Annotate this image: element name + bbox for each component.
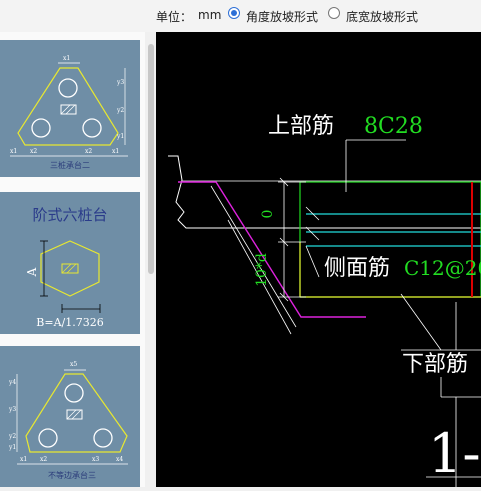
thumb-stepped-six-pile-cap[interactable]: 阶式六桩台 A B=A/1.7326 [0, 192, 140, 334]
rebar-section-drawing: 上部筋 8C28 侧面筋 C12@20 下部筋 0 10*d 1- [168, 114, 481, 487]
shape-list-scrollbar[interactable] [146, 32, 156, 487]
unit-toolbar: 单位： mm 角度放坡形式 底宽放坡形式 [0, 0, 481, 32]
scrollbar-thumb[interactable] [148, 44, 154, 274]
unit-value: mm [198, 8, 222, 22]
thumb-unequal-cap-3[interactable]: x5 y4 y3 y2 y1 x1 x2 x3 x4 不等边承台三 [0, 346, 140, 487]
shape-list: x1 y3 y2 y1 x1 x2 x2 x1 三桩承台二 阶式六桩台 A B=… [0, 32, 145, 487]
dim-zero-label: 0 [260, 210, 276, 219]
formula-label: B=A/1.7326 [36, 316, 103, 329]
dim-label: x1 [112, 148, 119, 155]
thumb-title: 阶式六桩台 [32, 206, 107, 224]
dim-label: x4 [116, 456, 123, 463]
dim-label: y3 [116, 79, 124, 86]
cad-preview: 上部筋 8C28 侧面筋 C12@20 下部筋 0 10*d 1- [156, 32, 481, 487]
section-label: 1- [428, 422, 481, 485]
width-slope-label[interactable]: 底宽放坡形式 [346, 8, 418, 25]
dim-label: x2 [30, 148, 37, 155]
dim-label: x1 [10, 148, 17, 155]
dim-label: y2 [116, 107, 124, 114]
dim-10d-label: 10*d [254, 253, 270, 287]
dim-label: y1 [116, 133, 124, 140]
side-rebar-value: C12@20 [404, 256, 481, 280]
side-label: A [25, 267, 39, 277]
top-rebar-label: 上部筋 [268, 114, 334, 139]
dim-label: y4 [8, 379, 16, 386]
dim-label: x2 [40, 456, 47, 463]
thumb-caption: 三桩承台二 [50, 160, 90, 170]
angle-slope-radio[interactable] [228, 7, 240, 19]
unequal-cap-diagram: x5 y4 y3 y2 y1 x1 x2 x3 x4 不等边承台三 [8, 361, 128, 480]
dim-label: x5 [70, 361, 77, 368]
dim-label: x3 [92, 456, 99, 463]
dim-label: y1 [8, 444, 16, 451]
dim-label: x2 [85, 148, 92, 155]
width-slope-radio[interactable] [328, 7, 340, 19]
dim-label: y3 [8, 406, 16, 413]
unit-label: 单位： [156, 10, 193, 24]
three-pile-cap-diagram: x1 y3 y2 y1 x1 x2 x2 x1 三桩承台二 [10, 55, 128, 170]
dim-label: x1 [63, 55, 70, 62]
side-rebar-label: 侧面筋 [324, 256, 390, 281]
dim-label: y2 [8, 433, 16, 440]
six-pile-cap-diagram: 阶式六桩台 A B=A/1.7326 [25, 206, 108, 329]
thumb-caption: 不等边承台三 [48, 470, 96, 480]
thumb-three-pile-cap-2[interactable]: x1 y3 y2 y1 x1 x2 x2 x1 三桩承台二 [0, 40, 140, 177]
dim-label: x1 [20, 456, 27, 463]
top-rebar-value: 8C28 [364, 114, 423, 139]
angle-slope-label[interactable]: 角度放坡形式 [246, 8, 318, 25]
bottom-rebar-label: 下部筋 [402, 352, 468, 377]
